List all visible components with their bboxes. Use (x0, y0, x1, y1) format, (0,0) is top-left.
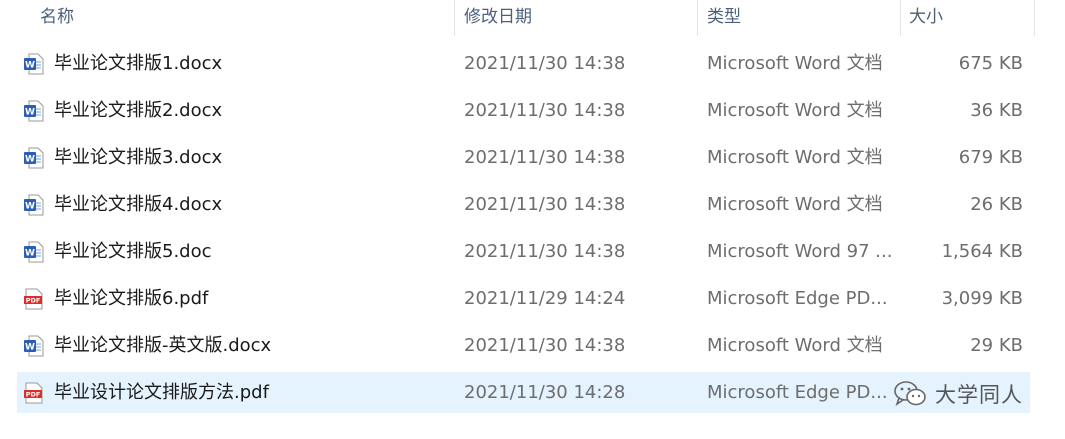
file-type: Microsoft Edge PD... (707, 288, 888, 309)
word-icon: W (24, 53, 44, 75)
word-icon: W (24, 241, 44, 263)
file-modified-date: 2021/11/30 14:38 (464, 194, 626, 215)
svg-text:W: W (25, 155, 35, 165)
file-row[interactable]: W 毕业论文排版2.docx 2021/11/30 14:38 Microsoft W… (17, 90, 1030, 131)
column-header-bar: ^ 名称 修改日期 类型 大小 (0, 0, 1040, 36)
file-row[interactable]: W 毕业论文排版3.docx 2021/11/30 14:38 Microsoft W… (17, 137, 1030, 178)
svg-text:W: W (25, 61, 35, 71)
file-modified-date: 2021/11/30 14:28 (464, 382, 626, 403)
column-divider[interactable] (1034, 0, 1035, 36)
svg-text:W: W (25, 249, 35, 259)
file-modified-date: 2021/11/29 14:24 (464, 288, 626, 309)
word-icon: W (24, 335, 44, 357)
file-type: Microsoft Word 文档 (707, 53, 883, 74)
file-size: 3,099 KB (941, 288, 1023, 309)
word-icon: W (24, 100, 44, 122)
file-name: 毕业论文排版6.pdf (54, 288, 209, 309)
file-row[interactable]: W 毕业论文排版-英文版.docx 2021/11/30 14:38 Microsof… (17, 325, 1030, 366)
file-name: 毕业论文排版1.docx (54, 53, 223, 74)
svg-text:PDF: PDF (26, 297, 41, 305)
pdf-icon: PDF (24, 382, 44, 404)
file-modified-date: 2021/11/30 14:38 (464, 147, 626, 168)
file-size: 675 KB (958, 53, 1023, 74)
column-header-size[interactable]: 大小 (909, 0, 943, 36)
file-type: Microsoft Word 文档 (707, 335, 883, 356)
file-size: 29 KB (970, 335, 1023, 356)
watermark: 大学同人 (893, 374, 1045, 414)
file-modified-date: 2021/11/30 14:38 (464, 53, 626, 74)
file-modified-date: 2021/11/30 14:38 (464, 241, 626, 262)
file-type: Microsoft Word 文档 (707, 147, 883, 168)
word-icon: W (24, 194, 44, 216)
file-name: 毕业论文排版5.doc (54, 241, 212, 262)
file-name: 毕业论文排版-英文版.docx (54, 335, 272, 356)
file-modified-date: 2021/11/30 14:38 (464, 100, 626, 121)
svg-text:W: W (25, 202, 35, 212)
pdf-icon: PDF (24, 288, 44, 310)
file-name: 毕业论文排版4.docx (54, 194, 223, 215)
file-type: Microsoft Word 文档 (707, 194, 883, 215)
column-divider[interactable] (900, 0, 901, 36)
column-header-date[interactable]: 修改日期 (464, 0, 532, 36)
word-icon: W (24, 147, 44, 169)
file-type: Microsoft Edge PD... (707, 382, 888, 403)
file-size: 1,564 KB (941, 241, 1023, 262)
file-type: Microsoft Word 文档 (707, 100, 883, 121)
svg-text:W: W (25, 343, 35, 353)
wechat-icon (894, 381, 926, 406)
file-row[interactable]: PDF 毕业论文排版6.pdf 2021/11/29 14:24 Microsoft … (17, 278, 1030, 319)
file-modified-date: 2021/11/30 14:38 (464, 335, 626, 356)
column-header-name[interactable]: 名称 (40, 0, 74, 36)
file-row[interactable]: W 毕业论文排版1.docx 2021/11/30 14:38 Microsoft W… (17, 43, 1030, 84)
file-row[interactable]: W 毕业论文排版4.docx 2021/11/30 14:38 Microsoft W… (17, 184, 1030, 225)
file-name: 毕业设计论文排版方法.pdf (54, 382, 269, 403)
sort-chevron-icon: ^ (234, 0, 244, 3)
file-row[interactable]: PDF 毕业设计论文排版方法.pdf 2021/11/30 14:28 Microso… (17, 372, 1030, 413)
file-size: 26 KB (970, 194, 1023, 215)
svg-text:W: W (25, 108, 35, 118)
column-header-type[interactable]: 类型 (707, 0, 741, 36)
file-size: 36 KB (970, 100, 1023, 121)
file-type: Microsoft Word 97 ... (707, 241, 893, 262)
file-name: 毕业论文排版3.docx (54, 147, 223, 168)
file-size: 679 KB (958, 147, 1023, 168)
file-name: 毕业论文排版2.docx (54, 100, 223, 121)
column-divider[interactable] (454, 0, 455, 36)
file-row[interactable]: W 毕业论文排版5.doc 2021/11/30 14:38 Microsoft Wo… (17, 231, 1030, 272)
column-divider[interactable] (697, 0, 698, 36)
watermark-text: 大学同人 (935, 383, 1023, 407)
svg-text:PDF: PDF (26, 391, 41, 399)
